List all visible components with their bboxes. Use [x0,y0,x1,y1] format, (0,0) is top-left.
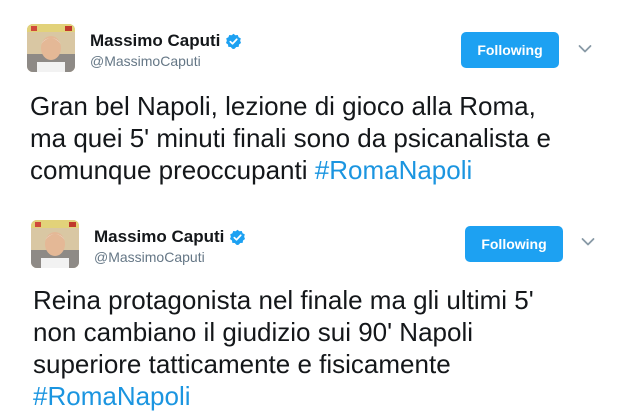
name-row: Massimo Caputi [94,226,246,248]
avatar-photo-icon [31,220,79,268]
tweet-author[interactable]: Massimo Caputi @MassimoCaputi [90,30,242,69]
display-name[interactable]: Massimo Caputi [94,227,224,247]
display-name[interactable]: Massimo Caputi [90,31,220,51]
hashtag-link[interactable]: #RomaNapoli [315,155,473,185]
tweet-text-line: Gran bel Napoli, lezione di gioco alla R… [30,91,536,121]
tweet-text-line: superiore tatticamente e fisicamente [33,349,451,379]
tweet-text: Reina protagonista nel finale ma gli ult… [33,284,534,412]
tweet-card: Massimo Caputi @MassimoCaputi Following … [0,210,625,419]
following-button[interactable]: Following [461,32,559,68]
following-button[interactable]: Following [465,226,563,262]
tweet-text-line: ma quei 5' minuti finali sono da psicana… [30,123,551,153]
name-row: Massimo Caputi [90,30,242,52]
verified-badge-icon [230,229,246,245]
avatar[interactable] [27,24,75,72]
avatar-photo-icon [27,24,75,72]
tweet-text-line: comunque preoccupanti #RomaNapoli [30,154,551,186]
tweet-text-fragment: comunque preoccupanti [30,155,315,185]
username[interactable]: @MassimoCaputi [94,249,246,265]
tweet-card: Massimo Caputi @MassimoCaputi Following … [0,0,625,203]
chevron-down-icon[interactable] [578,44,592,54]
tweet-text: Gran bel Napoli, lezione di gioco alla R… [30,90,551,186]
tweet-text-line: non cambiano il giudizio sui 90' Napoli [33,317,474,347]
tweet-text-line: Reina protagonista nel finale ma gli ult… [33,285,534,315]
hashtag-link[interactable]: #RomaNapoli [33,380,534,412]
tweet-author[interactable]: Massimo Caputi @MassimoCaputi [94,226,246,265]
verified-badge-icon [226,33,242,49]
avatar[interactable] [31,220,79,268]
chevron-down-icon[interactable] [581,237,595,247]
username[interactable]: @MassimoCaputi [90,53,242,69]
